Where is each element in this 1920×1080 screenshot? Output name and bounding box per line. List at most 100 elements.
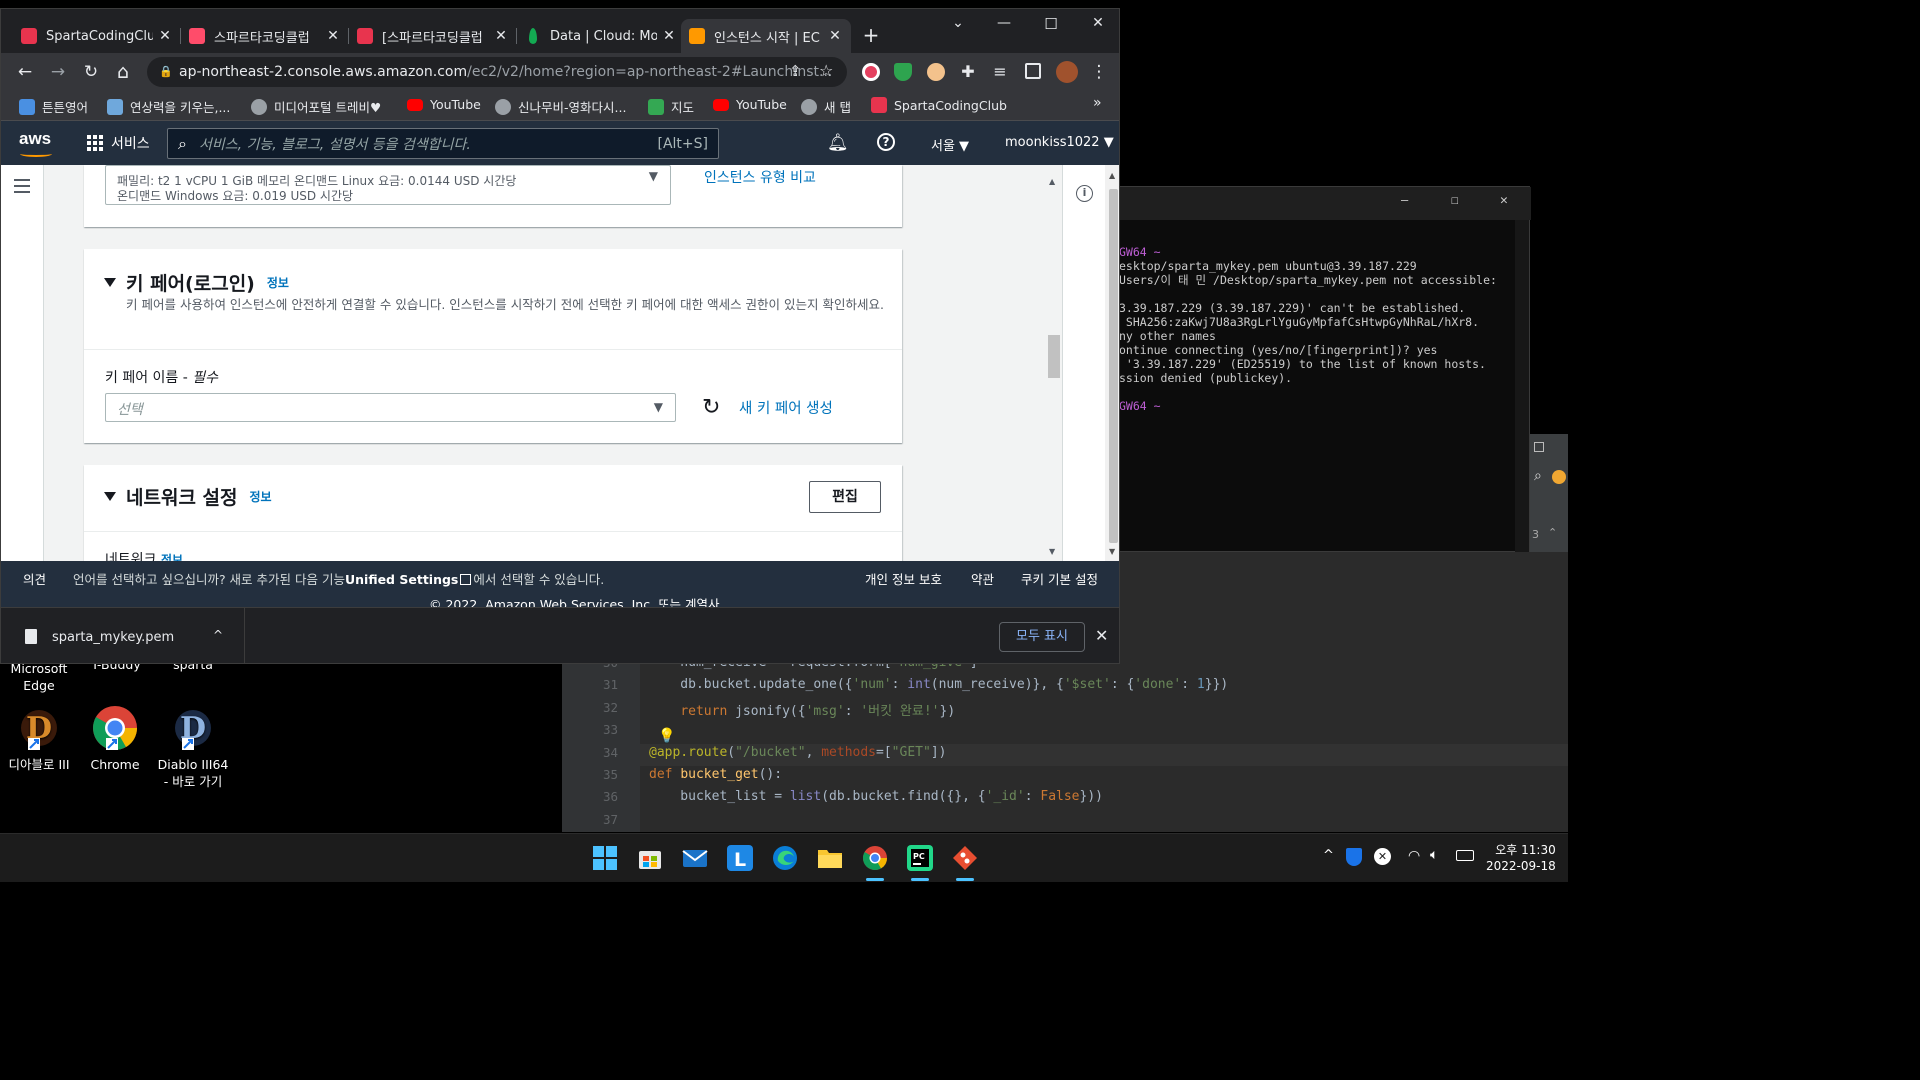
tray-close-icon[interactable]: ✕: [1374, 848, 1391, 865]
chevron-up-icon[interactable]: ⌃: [1548, 526, 1557, 539]
chevron-up-icon[interactable]: ^: [213, 628, 223, 642]
code-line[interactable]: bucket_list = list(db.bucket.find({}, {'…: [649, 789, 1103, 804]
tab-search-button[interactable]: ⌄: [943, 15, 973, 31]
instance-type-select[interactable]: 패밀리: t2 1 vCPU 1 GiB 메모리 온디맨드 Linux 요금: …: [105, 165, 671, 205]
bookmark-item[interactable]: SpartaCodingClub: [871, 97, 1007, 113]
tab-mongodb[interactable]: Data | Cloud: Mon ✕: [517, 19, 685, 53]
scroll-down-arrow-icon[interactable]: ▼: [1049, 547, 1055, 556]
desktop-icon-chrome[interactable]: Chrome: [76, 704, 154, 773]
tab-sparta-2[interactable]: 스파르타코딩클럽 ✕: [181, 19, 349, 53]
bookmark-item[interactable]: YouTube: [407, 97, 481, 112]
tab-ec2-launch[interactable]: 인스턴스 시작 | EC ✕: [681, 19, 851, 53]
extension-face-icon[interactable]: [927, 63, 945, 81]
back-button[interactable]: ←: [13, 61, 37, 83]
profile-avatar[interactable]: [1056, 61, 1078, 83]
close-window-button[interactable]: ✕: [1083, 15, 1113, 31]
feedback-link[interactable]: 의견: [23, 569, 46, 588]
scroll-down-arrow-icon[interactable]: ▼: [1109, 547, 1115, 556]
reload-button[interactable]: ↻: [79, 61, 103, 83]
key-pair-select[interactable]: 선택 ▼: [105, 393, 676, 422]
pycharm-icon[interactable]: PC: [907, 845, 933, 871]
lock-icon[interactable]: 🔒: [159, 65, 173, 78]
aws-logo[interactable]: aws: [19, 129, 51, 149]
notification-icon[interactable]: [1552, 470, 1566, 484]
store-icon[interactable]: [637, 845, 663, 871]
bookmark-item[interactable]: 새 탭: [801, 97, 851, 116]
extensions-puzzle-icon[interactable]: ✚: [956, 61, 980, 83]
network-label-info-link[interactable]: 정보: [161, 553, 183, 561]
wifi-icon[interactable]: ◠: [1408, 848, 1420, 864]
inner-scroll-thumb[interactable]: [1048, 335, 1060, 378]
terms-link[interactable]: 약관: [971, 569, 994, 588]
aws-search-input[interactable]: ⌕ 서비스, 기능, 블로그, 설명서 등을 검색합니다. [Alt+S]: [167, 128, 719, 159]
code-line[interactable]: db.bucket.update_one({'num': int(num_rec…: [649, 677, 1228, 692]
bookmark-item[interactable]: 미디어포털 트레비♥: [251, 97, 381, 116]
network-heading[interactable]: 네트워크 설정 정보: [104, 483, 272, 510]
start-windows-icon[interactable]: [592, 845, 618, 871]
bookmark-item[interactable]: YouTube: [713, 97, 787, 112]
privacy-link[interactable]: 개인 정보 보호: [865, 569, 942, 588]
menu-kebab-icon[interactable]: ⋮: [1087, 61, 1111, 83]
tab-sparta-1[interactable]: SpartaCodingClub ✕: [13, 19, 181, 53]
tab-close-icon[interactable]: ✕: [325, 28, 341, 44]
edge-icon[interactable]: [772, 845, 798, 871]
side-panel-icon[interactable]: [1025, 63, 1041, 79]
address-bar[interactable]: 🔒 ap-northeast-2.console.aws.amazon.com /…: [147, 57, 847, 87]
scroll-up-arrow-icon[interactable]: ▲: [1109, 171, 1115, 180]
page-scroll-thumb[interactable]: [1109, 189, 1118, 543]
extension-shield-icon[interactable]: [894, 63, 912, 81]
bookmark-item[interactable]: 신나무비-영화다시...: [495, 97, 626, 116]
network-info-link[interactable]: 정보: [250, 488, 272, 505]
help-icon[interactable]: ?: [877, 133, 895, 151]
search-icon[interactable]: ⌕: [1534, 468, 1542, 484]
square-icon[interactable]: [1534, 442, 1544, 452]
bookmark-item[interactable]: 튼튼영어: [19, 97, 88, 116]
home-button[interactable]: ⌂: [111, 61, 135, 83]
hamburger-menu-icon[interactable]: [14, 179, 30, 197]
desktop-icon-diablo[interactable]: D 디아블로 III: [0, 704, 78, 773]
bookmark-item[interactable]: 지도: [648, 97, 694, 116]
create-new-key-pair-link[interactable]: 새 키 페어 생성: [739, 397, 833, 418]
terminal-scrollbar[interactable]: [1515, 220, 1529, 552]
tab-sparta-3[interactable]: [스파르타코딩클럽 ✕: [349, 19, 517, 53]
services-menu-button[interactable]: 서비스: [87, 133, 150, 153]
unified-settings-link[interactable]: Unified Settings: [345, 572, 458, 587]
compare-instance-types-link[interactable]: 인스턴스 유형 비교: [704, 167, 816, 187]
cookie-preferences-link[interactable]: 쿠키 기본 설정: [1021, 569, 1098, 588]
media-queue-icon[interactable]: ≡: [988, 61, 1012, 83]
close-download-bar-button[interactable]: ✕: [1095, 626, 1108, 645]
git-diamond-icon[interactable]: [952, 845, 978, 871]
desktop-icon-edge-label[interactable]: Microsoft Edge: [0, 660, 78, 694]
file-explorer-icon[interactable]: [817, 845, 843, 871]
system-clock[interactable]: 오후 11:30 2022-09-18: [1486, 842, 1556, 874]
bookmarks-overflow-button[interactable]: »: [1093, 95, 1102, 111]
chrome-taskbar-icon[interactable]: [862, 845, 888, 871]
bell-icon[interactable]: 🔔︎: [827, 133, 849, 153]
info-icon[interactable]: i: [1076, 185, 1093, 202]
app-l-icon[interactable]: L: [727, 845, 753, 871]
region-selector[interactable]: 서울 ▼: [931, 135, 969, 154]
tab-close-icon[interactable]: ✕: [493, 28, 509, 44]
lightbulb-icon[interactable]: 💡: [658, 728, 675, 744]
edit-network-button[interactable]: 편집: [809, 481, 881, 513]
volume-icon[interactable]: 🔈︎: [1430, 847, 1438, 863]
key-pair-heading[interactable]: 키 페어(로그인) 정보: [104, 269, 289, 296]
terminal-maximize-button[interactable]: ☐: [1451, 193, 1459, 208]
security-shield-icon[interactable]: [1346, 848, 1362, 866]
tab-close-icon[interactable]: ✕: [827, 28, 843, 44]
tab-close-icon[interactable]: ✕: [157, 28, 173, 44]
desktop-icon-diablo64[interactable]: D Diablo III64 - 바로 가기: [154, 704, 232, 790]
code-line[interactable]: def bucket_get():: [649, 767, 782, 782]
new-tab-button[interactable]: +: [859, 23, 883, 47]
maximize-button[interactable]: ☐: [1036, 15, 1066, 33]
code-line[interactable]: return jsonify({'msg': '버킷 완료!'}): [649, 700, 955, 719]
terminal-minimize-button[interactable]: —: [1401, 193, 1408, 207]
page-scrollbar[interactable]: ▲ ▼: [1105, 165, 1119, 561]
terminal-close-button[interactable]: ✕: [1500, 193, 1508, 208]
extension-block-icon[interactable]: [862, 63, 880, 81]
scroll-up-arrow-icon[interactable]: ▲: [1049, 177, 1055, 186]
mail-icon[interactable]: [682, 845, 708, 871]
refresh-icon[interactable]: ↻: [702, 395, 720, 420]
forward-button[interactable]: →: [46, 61, 70, 83]
tab-close-icon[interactable]: ✕: [661, 28, 677, 44]
